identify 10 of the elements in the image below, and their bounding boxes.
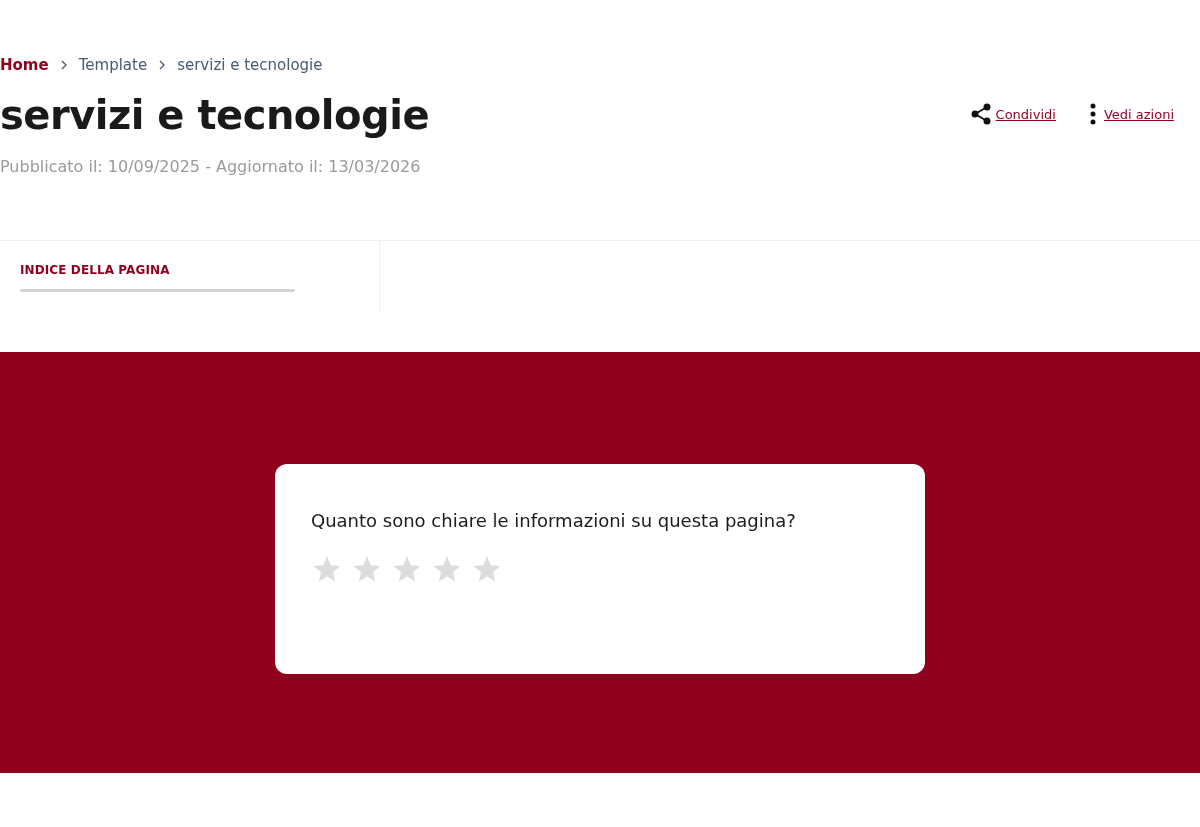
share-icon (969, 103, 992, 125)
page-index-title: INDICE DELLA PAGINA (20, 263, 171, 277)
share-link[interactable]: Condividi (995, 106, 1056, 122)
breadcrumb-link[interactable]: Home (0, 56, 49, 74)
rating-question: Quanto sono chiare le informazioni su questa pagina? (311, 510, 797, 531)
publication-dates: Pubblicato il: 10/09/2025 - Aggiornato il: 13/03/2026 (0, 157, 422, 176)
page-title: servizi e tecnologie (0, 91, 429, 140)
breadcrumb-link[interactable]: Template (78, 56, 148, 74)
breadcrumb-current: servizi e tecnologie (177, 56, 323, 74)
actions-link[interactable]: Vedi azioni (1103, 106, 1174, 122)
